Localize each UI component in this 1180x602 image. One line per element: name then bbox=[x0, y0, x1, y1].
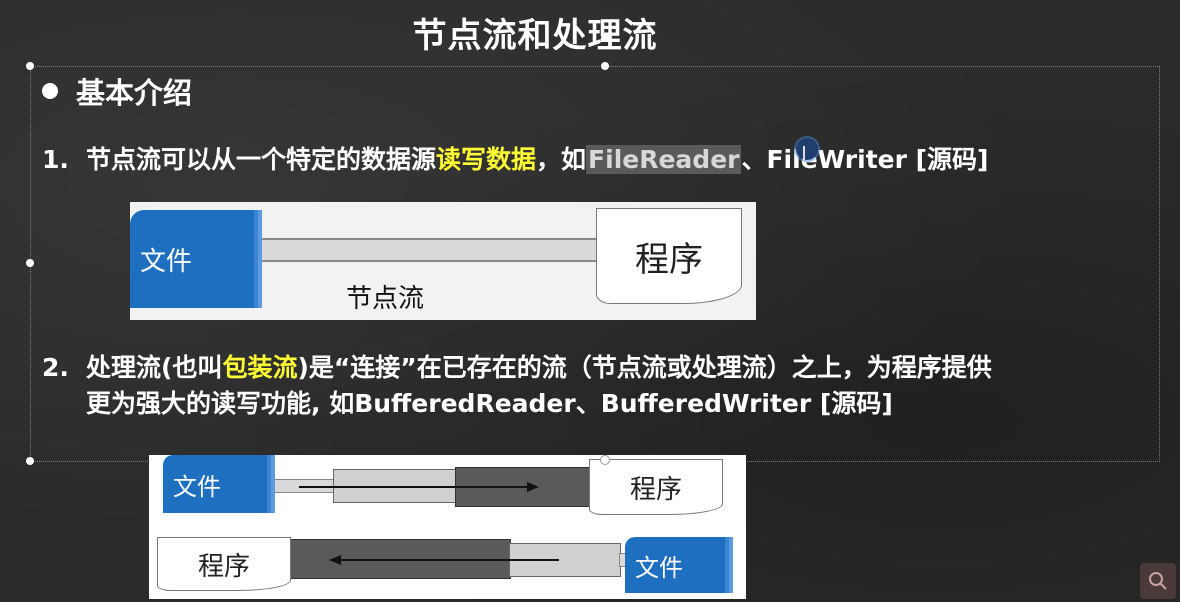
slide-title: 节点流和处理流 bbox=[412, 16, 658, 56]
node-stream-label: 节点流 bbox=[346, 284, 425, 314]
item-highlight: 读写数据 bbox=[436, 145, 537, 174]
item-text-mid: ，如 bbox=[536, 145, 587, 174]
item-text-line2: 更为强大的读写功能, 如BufferedReader、BufferedWrite… bbox=[86, 389, 893, 418]
program-shape: 程序 bbox=[596, 208, 742, 304]
search-icon[interactable] bbox=[1140, 563, 1176, 599]
intro-heading: 基本介绍 bbox=[42, 70, 192, 112]
item-text-post: )是“连接”在已存在的流（节点流或处理流）之上，为程序提供 bbox=[297, 353, 992, 382]
intro-heading-text: 基本介绍 bbox=[76, 76, 193, 110]
program-label: 程序 bbox=[635, 239, 703, 280]
file-shape: 文件 bbox=[163, 455, 267, 513]
file-label: 文件 bbox=[140, 246, 193, 277]
rotate-handle[interactable] bbox=[601, 33, 609, 41]
pipe bbox=[250, 238, 610, 262]
file-shape: 文件 bbox=[130, 210, 254, 308]
bullet-dot bbox=[42, 83, 58, 99]
file-label: 文件 bbox=[635, 553, 683, 582]
arrow-right-icon bbox=[527, 482, 539, 492]
item-text-pre: 处理流(也叫 bbox=[86, 353, 223, 382]
program-label: 程序 bbox=[197, 551, 250, 582]
resize-handle-top[interactable] bbox=[601, 62, 609, 70]
arrow-left-icon bbox=[329, 555, 341, 565]
item-number: 1. bbox=[42, 145, 69, 174]
item-text-pre: 节点流可以从一个特定的数据源 bbox=[86, 145, 437, 174]
item-number: 2. bbox=[42, 353, 69, 382]
arrow-left-line bbox=[339, 559, 559, 561]
item-processing-stream: 2. 处理流(也叫包装流)是“连接”在已存在的流（节点流或处理流）之上，为程序提供… bbox=[42, 350, 992, 422]
selected-text[interactable]: FileReader bbox=[586, 145, 742, 174]
text-cursor-icon bbox=[803, 146, 805, 160]
cursor-highlight-icon bbox=[796, 138, 818, 160]
resize-handle-left[interactable] bbox=[26, 259, 34, 267]
item-node-stream: 1. 节点流可以从一个特定的数据源读写数据，如FileReader、FileWri… bbox=[42, 142, 988, 178]
resize-handle-top-left[interactable] bbox=[26, 62, 34, 70]
file-shape: 文件 bbox=[625, 537, 725, 593]
program-shape: 程序 bbox=[157, 537, 291, 591]
program-shape: 程序 bbox=[589, 459, 723, 515]
arrow-right-line bbox=[299, 486, 529, 488]
program-label: 程序 bbox=[629, 474, 682, 505]
processing-stream-diagram: 文件 程序 程序 文件 bbox=[149, 455, 746, 599]
item-text-post: 、FileWriter [源码] bbox=[741, 145, 989, 174]
resize-handle-image[interactable] bbox=[600, 455, 610, 465]
resize-handle-bottom-left[interactable] bbox=[26, 457, 34, 465]
search-icon-glyph bbox=[1149, 572, 1167, 590]
node-stream-diagram: 文件 程序 节点流 bbox=[130, 202, 756, 320]
file-label: 文件 bbox=[173, 472, 221, 501]
item-highlight: 包装流 bbox=[222, 353, 298, 382]
